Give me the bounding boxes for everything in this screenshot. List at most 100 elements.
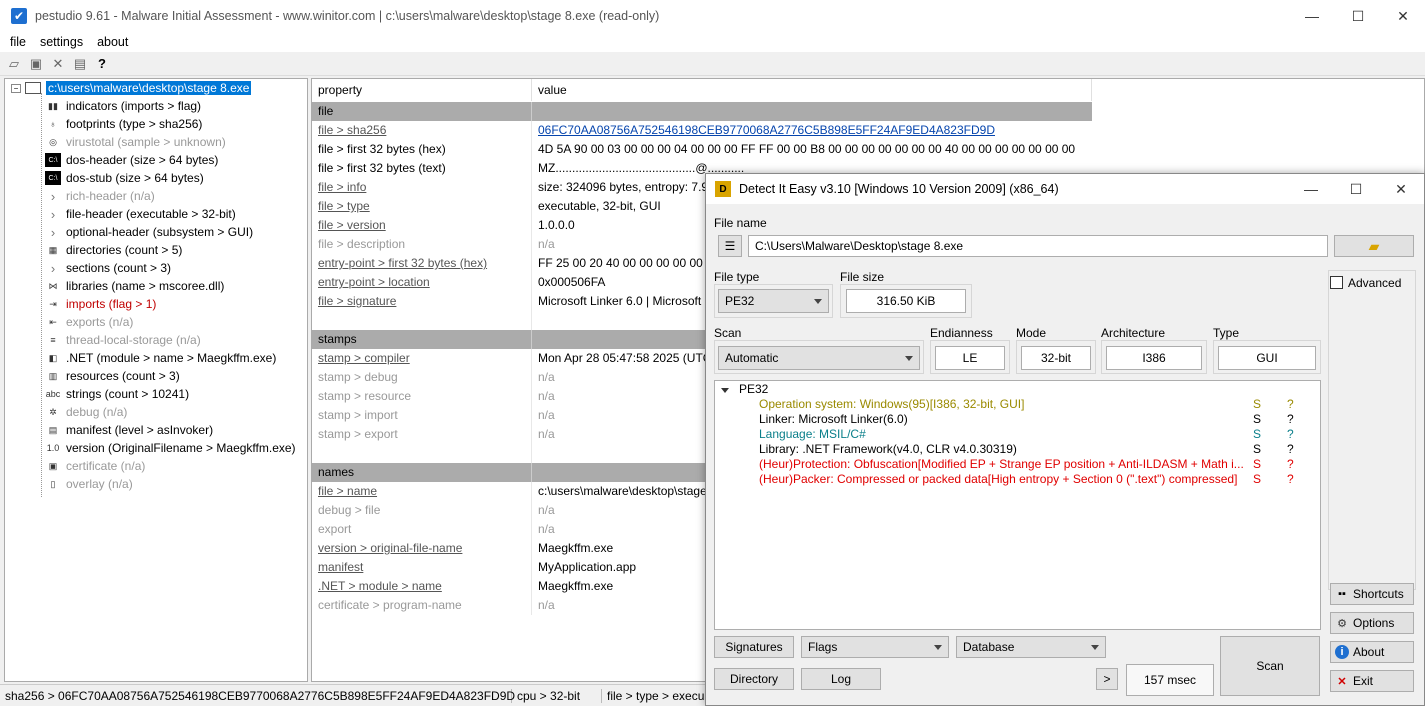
close-file-icon[interactable]: ✕ [50,56,66,72]
shortcuts-button[interactable]: ▪▪ Shortcuts [1330,583,1414,605]
advanced-checkbox[interactable] [1330,276,1343,289]
info-flag[interactable]: ? [1287,442,1294,456]
log-button[interactable]: Log [801,668,881,690]
info-flag[interactable]: ? [1287,397,1294,411]
property-cell: certificate > program-name [312,596,532,615]
close-button[interactable]: ✕ [1380,0,1425,32]
tree-item[interactable]: ◎ virustotal (sample > unknown) [45,133,226,151]
database-select[interactable]: Database [956,636,1106,658]
tree-item[interactable]: ▦ directories (count > 5) [45,241,183,259]
property-cell: stamp > compiler [312,349,532,368]
property-cell: file > info [312,178,532,197]
tree-item[interactable]: ≡ thread-local-storage (n/a) [45,331,200,349]
about-button[interactable]: i About [1330,641,1414,663]
tree-item-label: sections (count > 3) [66,261,172,275]
tree-item-label: version (OriginalFilename > Maegkffm.exe… [66,441,296,455]
info-flag[interactable]: ? [1287,472,1294,486]
detection-result[interactable]: Library: .NET Framework(v4.0, CLR v4.0.3… [759,442,1017,457]
menu-about[interactable]: about [97,35,128,49]
tree-root[interactable]: − c:\users\malware\desktop\stage 8.exe [11,79,252,97]
directory-button[interactable]: Directory [714,668,794,690]
die-close-button[interactable]: ✕ [1378,174,1424,204]
menu-icon[interactable]: ☰ [718,235,742,257]
signature-flag[interactable]: S [1253,457,1261,471]
property-cell: file > type [312,197,532,216]
clipboard-icon[interactable]: ▤ [72,56,88,72]
tree-item[interactable]: ▮▮ indicators (imports > flag) [45,97,201,115]
tree-item[interactable]: ⇥ imports (flag > 1) [45,295,156,313]
property-cell: file > first 32 bytes (hex) [312,140,532,159]
property-cell: file > first 32 bytes (text) [312,159,532,178]
help-icon[interactable]: ? [94,56,110,72]
tree-item-label: footprints (type > sha256) [66,117,203,131]
exit-button[interactable]: ✕ Exit [1330,670,1414,692]
signature-flag[interactable]: S [1253,412,1261,426]
tree-item[interactable]: ▯ overlay (n/a) [45,475,133,493]
expand-icon[interactable] [721,388,729,393]
flags-select[interactable]: Flags [801,636,949,658]
menu-settings[interactable]: settings [40,35,83,49]
menu-file[interactable]: file [10,35,26,49]
info-flag[interactable]: ? [1287,457,1294,471]
detection-result[interactable]: (Heur)Packer: Compressed or packed data[… [759,472,1237,487]
scan-time: 157 msec [1126,664,1214,696]
info-flag[interactable]: ? [1287,427,1294,441]
tree-item[interactable]: abc strings (count > 10241) [45,385,189,403]
die-maximize-button[interactable]: ☐ [1333,174,1379,204]
detection-result[interactable]: (Heur)Protection: Obfuscation[Modified E… [759,457,1244,472]
table-row[interactable]: file > sha256 06FC70AA08756A752546198CEB9… [312,121,1092,140]
collapse-icon[interactable]: − [11,83,21,93]
tree-item[interactable]: ◧ .NET (module > name > Maegkffm.exe) [45,349,277,367]
tree-item[interactable]: C:\ dos-header (size > 64 bytes) [45,151,218,169]
options-button[interactable]: ⚙ Options [1330,612,1414,634]
tree-item[interactable]: ▣ certificate (n/a) [45,457,146,475]
signature-flag[interactable]: S [1253,427,1261,441]
detection-result[interactable]: Language: MSIL/C# [759,427,866,442]
info-flag[interactable]: ? [1287,412,1294,426]
tree-item-label: dos-stub (size > 64 bytes) [66,171,204,185]
file-icon [25,82,41,94]
minimize-button[interactable]: — [1289,0,1335,32]
signatures-button[interactable]: Signatures [714,636,794,658]
table-group-row[interactable]: file [312,102,1092,121]
die-titlebar: D Detect It Easy v3.10 [Windows 10 Versi… [706,174,1424,204]
tree-item-label: certificate (n/a) [66,459,146,473]
signature-flag[interactable]: S [1253,472,1261,486]
tree-item[interactable]: ▤ manifest (level > asInvoker) [45,421,213,439]
tree-item[interactable]: ⋈ libraries (name > mscoree.dll) [45,277,225,295]
file-type-select[interactable]: PE32 [718,289,829,313]
architecture-label: Architecture [1101,326,1166,340]
tree-item[interactable]: › file-header (executable > 32-bit) [45,205,236,223]
tree-item[interactable]: ✲ debug (n/a) [45,403,127,421]
maximize-button[interactable]: ☐ [1335,0,1381,32]
pestudio-app-icon: ✔ [11,8,27,24]
property-cell: file > signature [312,292,532,311]
tree-item[interactable]: C:\ dos-stub (size > 64 bytes) [45,169,204,187]
tree-item[interactable]: › rich-header (n/a) [45,187,155,205]
toolbar: ▱ ▣ ✕ ▤ ? [0,52,1425,76]
signature-flag[interactable]: S [1253,397,1261,411]
result-root[interactable]: PE32 [739,382,768,396]
die-minimize-button[interactable]: — [1288,174,1334,204]
tree-item[interactable]: › sections (count > 3) [45,259,171,277]
save-icon[interactable]: ▣ [28,56,44,72]
column-header-value[interactable]: value [532,79,1092,101]
tree-item[interactable]: ▥ resources (count > 3) [45,367,180,385]
signature-flag[interactable]: S [1253,442,1261,456]
tree-item[interactable]: 1.0 version (OriginalFilename > Maegkffm.… [45,439,296,457]
detection-result[interactable]: Operation system: Windows(95)[I386, 32-b… [759,397,1024,412]
file-name-field[interactable]: C:\Users\Malware\Desktop\stage 8.exe [748,235,1328,257]
detection-result[interactable]: Linker: Microsoft Linker(6.0) [759,412,908,427]
tree-item[interactable]: ⇤ exports (n/a) [45,313,133,331]
scan-button[interactable]: Scan [1220,636,1320,696]
tree-item[interactable]: › optional-header (subsystem > GUI) [45,223,253,241]
tree-item[interactable]: ♁ footprints (type > sha256) [45,115,203,133]
menu-bar: file settings about [0,32,1425,52]
table-row[interactable]: file > first 32 bytes (hex) 4D 5A 90 00 0… [312,140,1092,159]
column-header-property[interactable]: property [312,79,532,101]
chevron-down-icon [934,645,942,650]
more-button[interactable]: > [1096,668,1118,690]
scan-select[interactable]: Automatic [718,346,920,370]
open-folder-icon[interactable]: ▰ [1334,235,1414,257]
open-folder-icon[interactable]: ▱ [6,56,22,72]
